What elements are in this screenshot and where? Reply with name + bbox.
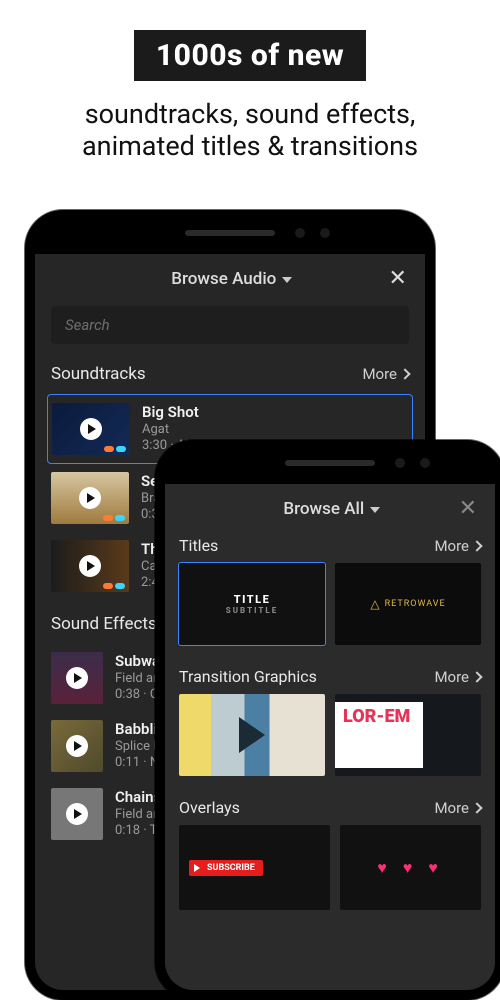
browse-dropdown[interactable]: Browse Audio (171, 269, 292, 289)
play-icon[interactable] (66, 803, 88, 825)
close-icon[interactable]: ✕ (389, 268, 407, 290)
chevron-down-icon (282, 277, 292, 283)
phone-bezel (27, 212, 433, 254)
speaker-slot (285, 460, 375, 466)
play-icon[interactable] (79, 555, 101, 577)
section-overlays-header: Overlays More (165, 788, 495, 825)
track-thumbnail (51, 472, 129, 524)
more-label: More (434, 799, 469, 817)
phone-bezel (157, 442, 500, 484)
chevron-right-icon (399, 368, 410, 379)
track-thumbnail (51, 540, 129, 592)
front-camera-icon (320, 228, 330, 238)
arrow-graphic-icon (179, 694, 325, 776)
more-label: More (362, 365, 397, 383)
app-screen-graphics: Browse All ✕ Titles More TITLE SUBTITLE … (165, 484, 495, 990)
section-title: Transition Graphics (179, 667, 317, 686)
title-template-tile[interactable]: RETROWAVE (335, 563, 481, 645)
browse-label: Browse All (283, 499, 364, 519)
transition-tile[interactable] (179, 694, 325, 776)
retrowave-icon: RETROWAVE (370, 597, 445, 611)
section-title: Sound Effects (51, 614, 157, 634)
overlay-tile[interactable]: SUBSCRIBE (179, 825, 330, 910)
phone-mockup-graphics: Browse All ✕ Titles More TITLE SUBTITLE … (155, 440, 500, 1000)
more-label: More (434, 537, 469, 555)
title-template-tile[interactable]: TITLE SUBTITLE (179, 563, 325, 645)
subscribe-badge-icon: SUBSCRIBE (189, 860, 263, 876)
sfx-thumbnail (51, 788, 103, 840)
promo-headline-band: 1000s of new (134, 30, 366, 81)
sfx-thumbnail (51, 652, 103, 704)
more-link[interactable]: More (434, 668, 481, 686)
more-link[interactable]: More (434, 799, 481, 817)
browse-label: Browse Audio (171, 269, 276, 289)
front-camera-icon (395, 458, 405, 468)
play-icon[interactable] (80, 418, 102, 440)
search-input[interactable]: Search (51, 306, 409, 344)
transition-tile[interactable]: LOR-EM (335, 694, 481, 776)
section-title: Titles (179, 536, 218, 555)
chevron-right-icon (471, 671, 482, 682)
chevron-down-icon (370, 507, 380, 513)
speaker-slot (185, 230, 275, 236)
section-titles-header: Titles More (165, 526, 495, 563)
section-soundtracks-header: Soundtracks More (35, 362, 425, 394)
chevron-right-icon (471, 540, 482, 551)
track-artist: Agat (142, 422, 199, 438)
promo-subtitle: soundtracks, sound effects, animated tit… (0, 99, 500, 163)
section-title: Overlays (179, 798, 240, 817)
front-camera-icon (295, 228, 305, 238)
lorem-graphic: LOR-EM (335, 702, 423, 768)
tile-caption: TITLE SUBTITLE (226, 593, 278, 616)
track-thumbnail (52, 403, 130, 455)
section-title: Soundtracks (51, 364, 146, 384)
sfx-thumbnail (51, 720, 103, 772)
hearts-icon: ♥ ♥ ♥ (377, 858, 443, 878)
play-icon[interactable] (66, 667, 88, 689)
more-label: More (434, 668, 469, 686)
browse-header: Browse Audio ✕ (35, 254, 425, 296)
overlay-tile[interactable]: ♥ ♥ ♥ (340, 825, 481, 910)
browse-header: Browse All ✕ (165, 484, 495, 526)
promo-subtitle-line1: soundtracks, sound effects, (85, 98, 416, 130)
browse-dropdown[interactable]: Browse All (283, 499, 380, 519)
front-camera-icon (420, 458, 430, 468)
close-icon[interactable]: ✕ (459, 498, 477, 520)
section-transitions-header: Transition Graphics More (165, 657, 495, 694)
promo-header: 1000s of new soundtracks, sound effects,… (0, 0, 500, 163)
more-link[interactable]: More (434, 537, 481, 555)
play-icon[interactable] (66, 735, 88, 757)
more-link[interactable]: More (362, 365, 409, 383)
chevron-right-icon (471, 802, 482, 813)
track-title: Big Shot (142, 403, 199, 422)
promo-subtitle-line2: animated titles & transitions (82, 130, 418, 162)
play-icon[interactable] (79, 487, 101, 509)
